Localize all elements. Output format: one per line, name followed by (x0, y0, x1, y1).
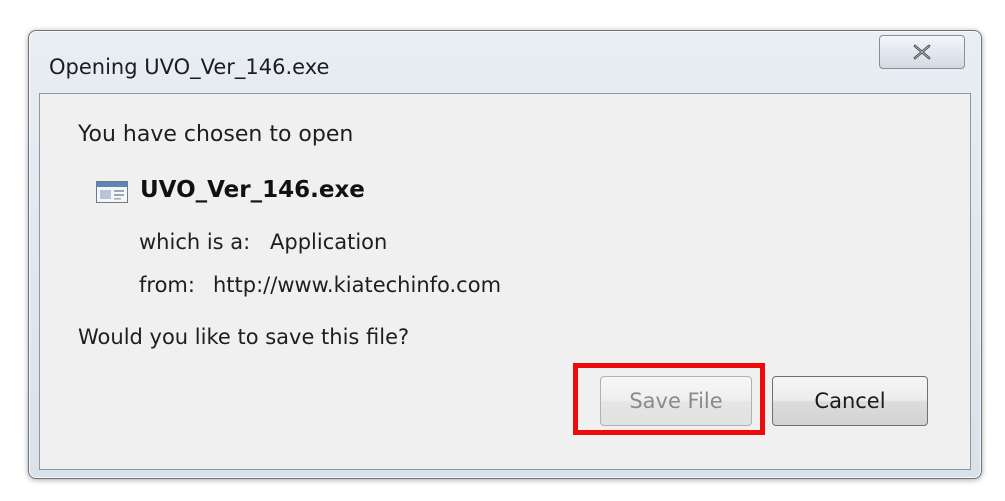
screenshot-stage: Opening UVO_Ver_146.exe You have chosen … (0, 0, 1005, 501)
source-url: http://www.kiatechinfo.com (213, 273, 502, 297)
source-label: from: (139, 273, 195, 297)
close-button[interactable] (879, 35, 965, 69)
save-file-button[interactable]: Save File (600, 376, 752, 426)
save-question: Would you like to save this file? (78, 325, 410, 349)
file-type-label: which is a: (139, 230, 251, 254)
file-name: UVO_Ver_146.exe (140, 177, 365, 203)
cancel-button[interactable]: Cancel (772, 376, 928, 426)
download-dialog-window: Opening UVO_Ver_146.exe You have chosen … (28, 30, 982, 479)
file-type-value: Application (270, 230, 388, 254)
intro-text: You have chosen to open (78, 122, 354, 147)
application-file-icon (96, 181, 128, 203)
close-x-icon (912, 44, 932, 60)
dialog-content-area: You have chosen to open UVO_Ver_146.exe … (39, 93, 971, 470)
window-title: Opening UVO_Ver_146.exe (49, 55, 330, 79)
